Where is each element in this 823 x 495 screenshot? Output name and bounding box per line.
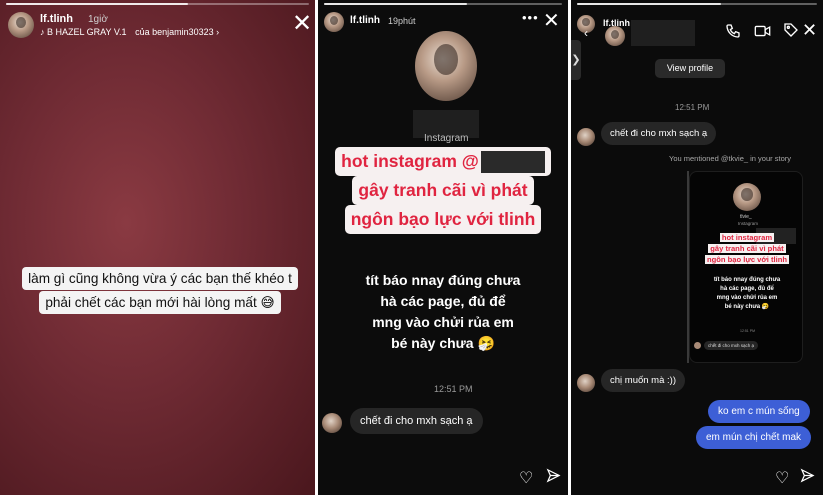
headline-line-3: ngôn bạo lực với tlinh — [344, 205, 542, 234]
sender-avatar — [577, 128, 595, 146]
headline-line-2: gây tranh cãi vì phát — [352, 176, 534, 205]
mini-profile-picture — [733, 183, 761, 211]
message-time: 12:51 PM — [434, 384, 473, 394]
story-progress-bar — [6, 3, 309, 5]
story-panel-1[interactable]: lf.tlinh 1giờ ♪ B HAZEL GRAY V.1 của ben… — [0, 0, 315, 495]
heart-icon[interactable]: ♡ — [519, 468, 533, 488]
story-progress-bar — [324, 3, 562, 5]
close-icon[interactable]: ✕ — [802, 18, 817, 42]
sent-message-bubble[interactable]: ko em c mún sống — [708, 400, 810, 423]
close-icon[interactable]: ✕ — [292, 12, 312, 36]
music-track: ♪ B HAZEL GRAY V.1 — [40, 27, 127, 37]
heart-icon[interactable]: ♡ — [775, 468, 789, 488]
send-icon[interactable] — [546, 468, 561, 488]
phone-icon[interactable] — [725, 23, 741, 44]
message-bubble[interactable]: chết đi cho mxh sạch ạ — [350, 408, 483, 434]
mention-notice: You mentioned @tkvie_ in your story — [669, 154, 791, 163]
video-call-icon[interactable] — [754, 23, 771, 44]
mini-headline: hot instagram gây tranh cãi vì phát ngôn… — [704, 233, 790, 264]
avatar[interactable] — [8, 12, 34, 38]
mini-message: chết đi cho mxh sạch ạ — [704, 341, 759, 350]
username[interactable]: lf.tlinh — [350, 15, 380, 26]
more-options-icon[interactable]: ••• — [522, 10, 539, 25]
music-artist: của benjamin30323 › — [135, 27, 220, 37]
post-time: 19phút — [388, 16, 416, 26]
collapse-chevron[interactable]: ❯ — [571, 40, 581, 80]
profile-picture — [415, 31, 477, 101]
story-progress-bar — [577, 3, 817, 5]
sent-message-bubble[interactable]: em mún chị chết mak — [696, 426, 812, 449]
story-panel-2[interactable]: lf.tlinh 19phút ••• ✕ Instagram hot inst… — [318, 0, 568, 495]
dm-panel[interactable]: lf.tlinh ‹ ❯ ✕ View profile 12:51 PM chế… — [571, 0, 823, 495]
mini-instagram-label: Instagram — [738, 221, 759, 226]
story-sticker-text: tít báo nnay đúng chưa hà các page, đủ đ… — [332, 270, 554, 354]
send-icon[interactable] — [800, 468, 815, 488]
message-time: 12:51 PM — [675, 103, 710, 112]
sticker-line-4: bé này chưa 🤧 — [391, 335, 495, 351]
tag-icon[interactable] — [783, 22, 799, 43]
message-bubble[interactable]: chị muốn mà :)) — [601, 369, 685, 392]
mini-name: tlvie_ — [740, 214, 752, 220]
headline-line-1: hot instagram @ — [335, 147, 551, 176]
shared-story-preview[interactable]: tlvie_ Instagram hot instagram gây tranh… — [689, 171, 803, 363]
back-arrow-icon[interactable]: ‹ — [584, 26, 588, 40]
post-time: 1giờ — [88, 14, 108, 25]
sender-avatar — [322, 413, 342, 433]
redacted-handle — [480, 151, 545, 174]
chat-avatar — [605, 26, 625, 46]
sticker-line-1: tít báo nnay đúng chưa — [365, 272, 521, 288]
instagram-label: Instagram — [424, 133, 469, 144]
headline-text: hot instagram @ gây tranh cãi vì phát ng… — [321, 147, 565, 234]
avatar[interactable] — [324, 12, 344, 32]
mini-time: 12:51 PM — [740, 329, 755, 333]
mini-avatar — [694, 342, 701, 349]
story-caption: làm gì cũng không vừa ý các bạn thế khéo… — [20, 267, 300, 314]
sticker-line-3: mng vào chửi rủa em — [372, 314, 514, 330]
username[interactable]: lf.tlinh — [40, 13, 73, 25]
sender-avatar — [577, 374, 595, 392]
close-icon[interactable]: ✕ — [543, 9, 560, 33]
view-profile-button[interactable]: View profile — [655, 59, 725, 78]
mini-sticker: tít báo nnay đúng chưa hà các page, đủ đ… — [713, 277, 781, 310]
music-title[interactable]: ♪ B HAZEL GRAY V.1 của benjamin30323 › — [40, 27, 219, 37]
caption-line-2: phải chết các bạn mới hài lòng mất 😅 — [39, 291, 281, 314]
message-bubble[interactable]: chết đi cho mxh sạch ạ — [601, 122, 717, 145]
sticker-line-2: hà các page, đủ để — [380, 293, 506, 309]
redacted-chat-name — [631, 20, 695, 46]
caption-line-1: làm gì cũng không vừa ý các bạn thế khéo… — [22, 267, 298, 290]
